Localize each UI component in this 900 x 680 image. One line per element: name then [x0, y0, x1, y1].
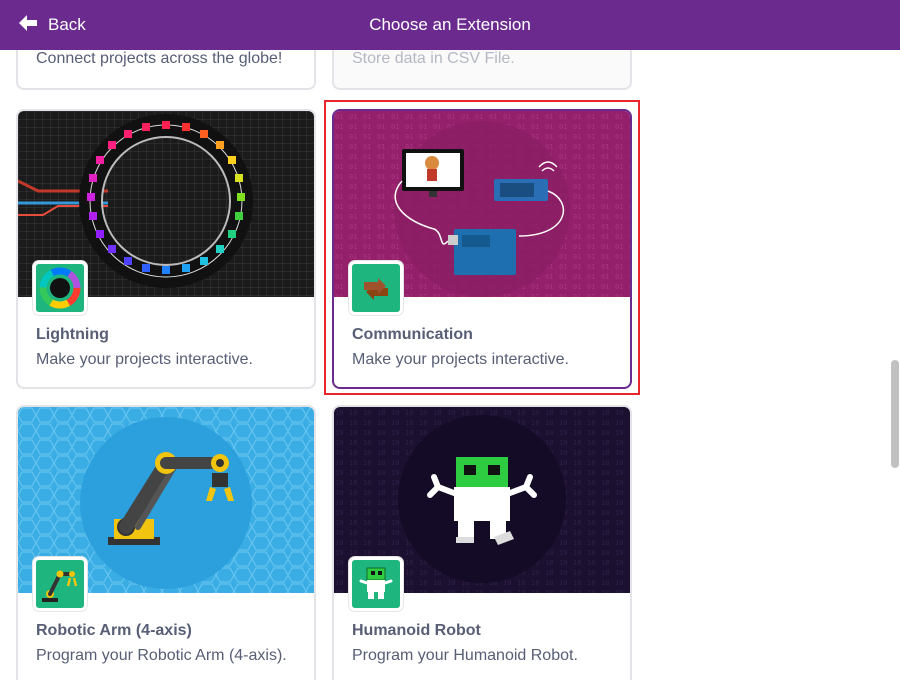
color-wheel-icon	[33, 261, 87, 315]
extension-card-robotic-arm[interactable]: Robotic Arm (4-axis) Program your Roboti…	[16, 405, 316, 680]
extension-card-humanoid-robot[interactable]: 10	[332, 405, 632, 680]
selection-outline	[324, 100, 640, 395]
extension-card-partial-right[interactable]: Store data in CSV File.	[332, 50, 632, 90]
extension-library: Connect projects across the globe! Store…	[0, 50, 900, 680]
extension-description: Connect projects across the globe!	[36, 50, 283, 67]
extension-description: Store data in CSV File.	[352, 50, 515, 67]
extension-name: Robotic Arm (4-axis)	[36, 622, 192, 639]
extension-card-partial-left[interactable]: Connect projects across the globe!	[16, 50, 316, 90]
back-button[interactable]: Back	[18, 0, 86, 50]
robotic-arm-icon	[33, 557, 87, 611]
extension-card-lightning[interactable]: Lightning Make your projects interactive…	[16, 109, 316, 389]
extension-name: Humanoid Robot	[352, 622, 481, 639]
extension-name: Lightning	[36, 326, 109, 343]
extension-description: Make your projects interactive.	[36, 351, 253, 368]
top-bar: Back Choose an Extension	[0, 0, 900, 50]
scrollbar-thumb[interactable]	[891, 360, 899, 468]
extension-description: Program your Robotic Arm (4-axis).	[36, 647, 287, 664]
extension-description: Program your Humanoid Robot.	[352, 647, 578, 664]
back-arrow-icon	[18, 13, 38, 38]
robot-icon	[349, 557, 403, 611]
back-label: Back	[48, 15, 86, 34]
page-title: Choose an Extension	[369, 15, 531, 34]
